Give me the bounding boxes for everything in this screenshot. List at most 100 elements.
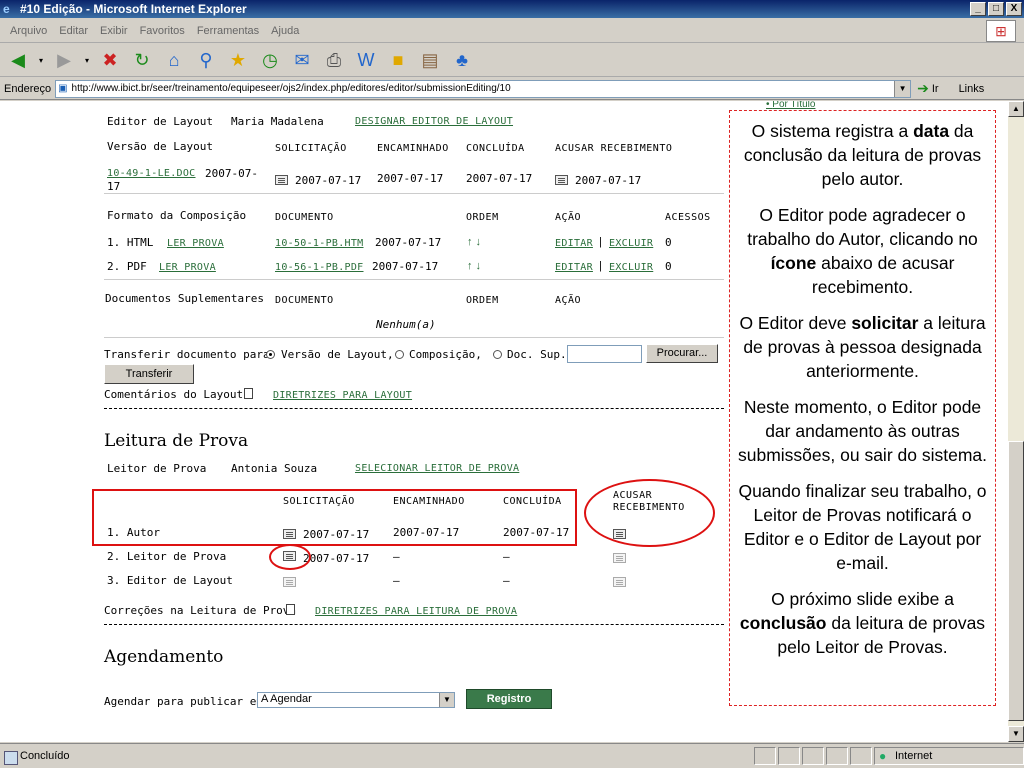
print-icon[interactable]: ⎙ bbox=[320, 46, 348, 74]
delete-link[interactable]: EXCLUIR bbox=[609, 238, 653, 249]
proof-section-title: Leitura de Prova bbox=[104, 431, 249, 451]
schedule-section-title: Agendamento bbox=[104, 647, 224, 667]
maximize-button[interactable]: □ bbox=[988, 2, 1004, 16]
back-dropdown-icon[interactable]: ▾ bbox=[36, 46, 46, 74]
proof-reader-name: Antonia Souza bbox=[231, 462, 318, 475]
discuss-icon[interactable]: ■ bbox=[384, 46, 412, 74]
scroll-thumb[interactable] bbox=[1008, 441, 1024, 721]
section-divider bbox=[104, 408, 724, 409]
read-proof-link[interactable]: LER PROVA bbox=[167, 238, 224, 249]
menu-favoritos[interactable]: Favoritos bbox=[134, 25, 191, 37]
menu-editar[interactable]: Editar bbox=[53, 25, 94, 37]
browse-button[interactable]: Procurar... bbox=[646, 344, 718, 363]
back-icon[interactable]: ◀ bbox=[4, 46, 32, 74]
messenger-icon[interactable]: ♣ bbox=[448, 46, 476, 74]
read-proof-link[interactable]: LER PROVA bbox=[159, 262, 216, 273]
corrections-page-icon[interactable] bbox=[286, 603, 295, 615]
file-input[interactable] bbox=[567, 345, 642, 363]
address-input[interactable]: ▣ http://www.ibict.br/seer/treinamento/e… bbox=[55, 79, 912, 98]
comments-page-icon[interactable] bbox=[244, 387, 253, 399]
radio-layout-version[interactable] bbox=[266, 348, 275, 360]
proofreader-sent: — bbox=[393, 550, 400, 563]
layout-editor-completed: — bbox=[503, 574, 510, 587]
explanation-panel: O sistema registra a data da conclusão d… bbox=[729, 110, 996, 706]
proofreader-requested-date: 2007-07-17 bbox=[303, 552, 370, 565]
layout-guidelines-link[interactable]: DIRETRIZES PARA LAYOUT bbox=[273, 390, 412, 401]
search-icon[interactable]: ⚲ bbox=[192, 46, 220, 74]
stop-icon[interactable]: ✖ bbox=[96, 46, 124, 74]
status-bar: Concluído Internet bbox=[0, 743, 1024, 768]
layout-version-date: 2007-07- bbox=[205, 167, 258, 180]
layout-editor-name: Maria Madalena bbox=[231, 115, 324, 128]
supp-col-order: ORDEM bbox=[466, 295, 499, 306]
go-button[interactable]: Ir bbox=[932, 83, 939, 95]
menu-arquivo[interactable]: Arquivo bbox=[4, 25, 53, 37]
layout-comments-label: Comentários do Layout bbox=[104, 388, 244, 401]
delete-link[interactable]: EXCLUIR bbox=[609, 262, 653, 273]
transfer-label: Transferir documento para bbox=[104, 348, 270, 361]
status-cell bbox=[754, 747, 776, 765]
radio-supp-doc[interactable] bbox=[493, 348, 502, 360]
radio-composition[interactable] bbox=[395, 348, 404, 360]
menu-ferramentas[interactable]: Ferramentas bbox=[191, 25, 265, 37]
transfer-button[interactable]: Transferir bbox=[104, 364, 194, 384]
format-doc-link[interactable]: 10-56-1-PB.PDF bbox=[275, 262, 364, 273]
forward-icon[interactable]: ▶ bbox=[50, 46, 78, 74]
proof-row-proofreader: 2. Leitor de Prova bbox=[107, 550, 227, 563]
research-icon[interactable]: ▤ bbox=[416, 46, 444, 74]
vertical-scrollbar[interactable]: ▲ ▼ bbox=[1008, 101, 1024, 742]
schedule-select[interactable]: A Agendar ▼ bbox=[257, 692, 455, 708]
refresh-icon[interactable]: ↻ bbox=[128, 46, 156, 74]
mail-icon[interactable]: ✉ bbox=[288, 46, 316, 74]
format-date: 2007-07-17 bbox=[372, 260, 439, 273]
go-arrow-icon[interactable]: ➔ bbox=[917, 80, 929, 97]
section-divider bbox=[104, 624, 724, 625]
layout-version-file-link[interactable]: 10-49-1-LE.DOC bbox=[107, 168, 196, 179]
minimize-button[interactable]: _ bbox=[970, 2, 986, 16]
window-title: #10 Edição - Microsoft Internet Explorer bbox=[20, 2, 247, 16]
separator: | bbox=[599, 260, 602, 272]
menu-ajuda[interactable]: Ajuda bbox=[265, 25, 305, 37]
col-requested: SOLICITAÇÃO bbox=[275, 143, 347, 154]
toolbar: ◀ ▾ ▶ ▾ ✖ ↻ ⌂ ⚲ ★ ◷ ✉ ⎙ W ■ ▤ ♣ bbox=[0, 44, 1024, 77]
chevron-down-icon: ▼ bbox=[439, 693, 454, 707]
address-label: Endereço bbox=[4, 82, 52, 95]
status-text: Concluído bbox=[0, 750, 754, 765]
layout-editor-ack-icon bbox=[613, 576, 626, 588]
edit-link[interactable]: EDITAR bbox=[555, 262, 593, 273]
edit-link[interactable]: EDITAR bbox=[555, 238, 593, 249]
home-icon[interactable]: ⌂ bbox=[160, 46, 188, 74]
scroll-down-icon[interactable]: ▼ bbox=[1008, 726, 1024, 742]
format-col-access: ACESSOS bbox=[665, 212, 711, 223]
layout-version-date-b: 17 bbox=[107, 180, 121, 193]
select-proofreader-link[interactable]: SELECIONAR LEITOR DE PROVA bbox=[355, 463, 519, 474]
schedule-label: Agendar para publicar em bbox=[104, 695, 263, 708]
format-doc-link[interactable]: 10-50-1-PB.HTM bbox=[275, 238, 364, 249]
layout-request-icon[interactable] bbox=[275, 174, 288, 186]
access-count: 0 bbox=[665, 236, 672, 249]
col-acknowledge: ACUSAR RECEBIMENTO bbox=[555, 143, 673, 154]
scroll-up-icon[interactable]: ▲ bbox=[1008, 101, 1024, 117]
address-dropdown-icon[interactable]: ▼ bbox=[894, 80, 911, 97]
separator: | bbox=[599, 236, 602, 248]
order-arrows[interactable]: ↑ ↓ bbox=[467, 260, 481, 272]
proof-row-layout-editor: 3. Editor de Layout bbox=[107, 574, 233, 587]
page-icon: ▣ bbox=[58, 83, 68, 94]
order-arrows[interactable]: ↑ ↓ bbox=[467, 236, 481, 248]
close-button[interactable]: X bbox=[1006, 2, 1022, 16]
layout-ack-icon[interactable] bbox=[555, 174, 568, 186]
history-icon[interactable]: ◷ bbox=[256, 46, 284, 74]
radio-supp-doc-label: Doc. Sup. bbox=[507, 348, 567, 361]
register-button[interactable]: Registro bbox=[466, 689, 552, 709]
forward-dropdown-icon[interactable]: ▾ bbox=[82, 46, 92, 74]
edit-icon[interactable]: W bbox=[352, 46, 380, 74]
links-button[interactable]: Links bbox=[959, 83, 985, 95]
assign-layout-editor-link[interactable]: DESIGNAR EDITOR DE LAYOUT bbox=[355, 116, 513, 127]
top-link[interactable]: • Por Título bbox=[766, 101, 815, 110]
proof-guidelines-link[interactable]: DIRETRIZES PARA LEITURA DE PROVA bbox=[315, 606, 517, 617]
menu-exibir[interactable]: Exibir bbox=[94, 25, 134, 37]
favorites-icon[interactable]: ★ bbox=[224, 46, 252, 74]
layout-sent-date: 2007-07-17 bbox=[377, 172, 444, 185]
note-paragraph-3: O Editor deve solicitar a leitura de pro… bbox=[739, 313, 986, 381]
supp-col-action: AÇÃO bbox=[555, 295, 582, 306]
